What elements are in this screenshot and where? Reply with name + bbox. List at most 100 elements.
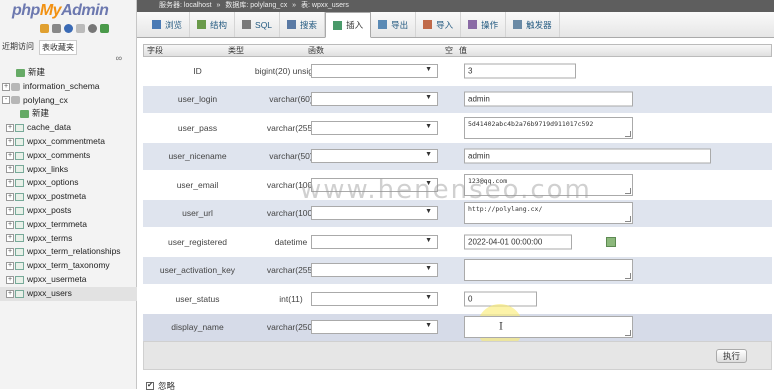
logout-icon[interactable]	[52, 24, 61, 33]
function-select[interactable]: ▼	[311, 63, 438, 78]
collapse-icon[interactable]: -	[2, 96, 10, 105]
tree-item[interactable]: + wpxx_users	[0, 286, 137, 301]
tree-item-label[interactable]: wpxx_termmeta	[27, 219, 87, 229]
chevron-down-icon: ▼	[425, 122, 432, 130]
expand-icon[interactable]: +	[6, 234, 14, 243]
tree-item-label[interactable]: wpxx_postmeta	[27, 191, 86, 201]
value-input[interactable]: admin	[464, 91, 633, 107]
breadcrumb-table[interactable]: 表: wpxx_users	[301, 2, 349, 9]
table-icon	[15, 165, 24, 174]
reload-icon[interactable]	[100, 24, 109, 33]
tab-structure[interactable]: 结构	[190, 12, 236, 37]
function-select[interactable]: ▼	[311, 206, 438, 221]
tree-item[interactable]: + wpxx_terms	[0, 232, 137, 246]
tree-item-label[interactable]: wpxx_commentmeta	[27, 136, 105, 146]
tree-item-label[interactable]: wpxx_term_taxonomy	[27, 260, 110, 270]
expand-icon[interactable]: +	[6, 165, 14, 174]
tree-item[interactable]: + wpxx_postmeta	[0, 190, 137, 204]
breadcrumb-database[interactable]: 数据库: polylang_cx	[225, 2, 287, 9]
tree-item-label[interactable]: wpxx_comments	[27, 150, 90, 160]
tree-item[interactable]: + wpxx_commentmeta	[0, 135, 137, 149]
tab-export[interactable]: 导出	[371, 12, 417, 37]
tab-recent[interactable]: 近期访问	[0, 40, 36, 55]
breadcrumb-server[interactable]: 服务器: localhost	[159, 2, 212, 9]
table-icon	[15, 123, 24, 132]
tree-item[interactable]: + wpxx_posts	[0, 204, 137, 218]
tree-item[interactable]: + wpxx_term_taxonomy	[0, 259, 137, 273]
function-select[interactable]: ▼	[311, 92, 438, 107]
value-input[interactable]: 3	[464, 63, 576, 79]
tree-item-label[interactable]: wpxx_posts	[27, 205, 71, 215]
tab-operations[interactable]: 操作	[461, 12, 507, 37]
tab-label: 浏览	[165, 19, 183, 30]
expand-icon[interactable]: +	[6, 137, 14, 146]
expand-icon[interactable]: +	[2, 82, 10, 91]
value-textarea[interactable]: 5d41402abc4b2a76b9719d911017c592	[464, 116, 633, 139]
value-input[interactable]: admin	[464, 148, 711, 164]
tree-item-label[interactable]: polylang_cx	[23, 95, 68, 105]
tab-triggers[interactable]: 触发器	[506, 12, 560, 37]
help-icon[interactable]	[64, 24, 73, 33]
tab-browse[interactable]: 浏览	[145, 12, 191, 37]
tree-item[interactable]: + wpxx_links	[0, 163, 137, 177]
ignore-option[interactable]: ✔ 忽略	[146, 380, 175, 392]
tree-item[interactable]: + cache_data	[0, 121, 137, 135]
expand-icon[interactable]: +	[6, 220, 14, 229]
function-select[interactable]: ▼	[311, 320, 438, 335]
value-textarea[interactable]: http://polylang.cx/	[464, 202, 633, 225]
tree-item-label[interactable]: wpxx_term_relationships	[27, 246, 121, 256]
function-select[interactable]: ▼	[311, 234, 438, 249]
tree-item-label[interactable]: information_schema	[23, 81, 100, 91]
expand-icon[interactable]: +	[6, 261, 14, 270]
value-input[interactable]: 2022-04-01 00:00:00	[464, 234, 572, 250]
table-row: display_name varchar(250) ▼ I	[143, 304, 772, 351]
column-name: user_nicename	[168, 151, 227, 162]
structure-icon	[197, 20, 207, 29]
tree-item[interactable]: + information_schema	[0, 80, 137, 94]
function-select[interactable]: ▼	[311, 120, 438, 135]
tree-item-label[interactable]: wpxx_terms	[27, 233, 72, 243]
value-textarea[interactable]	[464, 316, 633, 339]
tree-item[interactable]: + wpxx_options	[0, 176, 137, 190]
expand-icon[interactable]: +	[6, 192, 14, 201]
expand-icon[interactable]: +	[6, 151, 14, 160]
link-icon[interactable]: ∞	[116, 53, 122, 63]
expand-icon[interactable]: +	[6, 275, 14, 284]
tab-sql[interactable]: SQL	[235, 12, 281, 37]
tab-search[interactable]: 搜索	[280, 12, 326, 37]
docs-icon[interactable]	[76, 24, 85, 33]
tab-import[interactable]: 导入	[416, 12, 462, 37]
tree-item[interactable]: + wpxx_comments	[0, 149, 137, 163]
expand-icon[interactable]: +	[6, 248, 14, 257]
tree-item[interactable]: + wpxx_usermeta	[0, 273, 137, 287]
tree-item[interactable]: 新建	[0, 107, 137, 121]
function-select[interactable]: ▼	[311, 291, 438, 306]
function-select[interactable]: ▼	[311, 263, 438, 278]
phpmyadmin-logo[interactable]: phpMyAdmin	[12, 2, 109, 20]
expand-icon[interactable]: +	[6, 206, 14, 215]
expand-icon[interactable]: +	[6, 123, 14, 132]
value-textarea[interactable]	[464, 259, 633, 282]
tree-item-label[interactable]: cache_data	[27, 122, 71, 132]
tab-insert[interactable]: 插入	[325, 12, 372, 38]
table-icon	[15, 151, 24, 160]
calendar-icon[interactable]	[606, 236, 616, 247]
function-select[interactable]: ▼	[311, 149, 438, 164]
tree-item[interactable]: + wpxx_term_relationships	[0, 245, 137, 259]
expand-icon[interactable]: +	[6, 179, 14, 188]
tree-item-label[interactable]: wpxx_options	[27, 177, 79, 187]
tree-item-label[interactable]: 新建	[28, 67, 45, 77]
tree-item[interactable]: + wpxx_termmeta	[0, 218, 137, 232]
tree-item-label[interactable]: 新建	[32, 108, 49, 118]
tree-item-label[interactable]: wpxx_usermeta	[27, 274, 87, 284]
go-button[interactable]: 执行	[715, 349, 747, 363]
tab-favorites[interactable]: 表收藏夹	[39, 40, 77, 55]
home-icon[interactable]	[40, 24, 49, 33]
expand-icon[interactable]: +	[6, 289, 14, 298]
tree-item-label[interactable]: wpxx_links	[27, 164, 68, 174]
tree-item-label[interactable]: wpxx_users	[27, 288, 72, 298]
settings-icon[interactable]	[88, 24, 97, 33]
import-icon	[423, 20, 433, 29]
tree-item[interactable]: - polylang_cx	[0, 94, 137, 108]
tree-item[interactable]: 新建	[0, 66, 137, 80]
